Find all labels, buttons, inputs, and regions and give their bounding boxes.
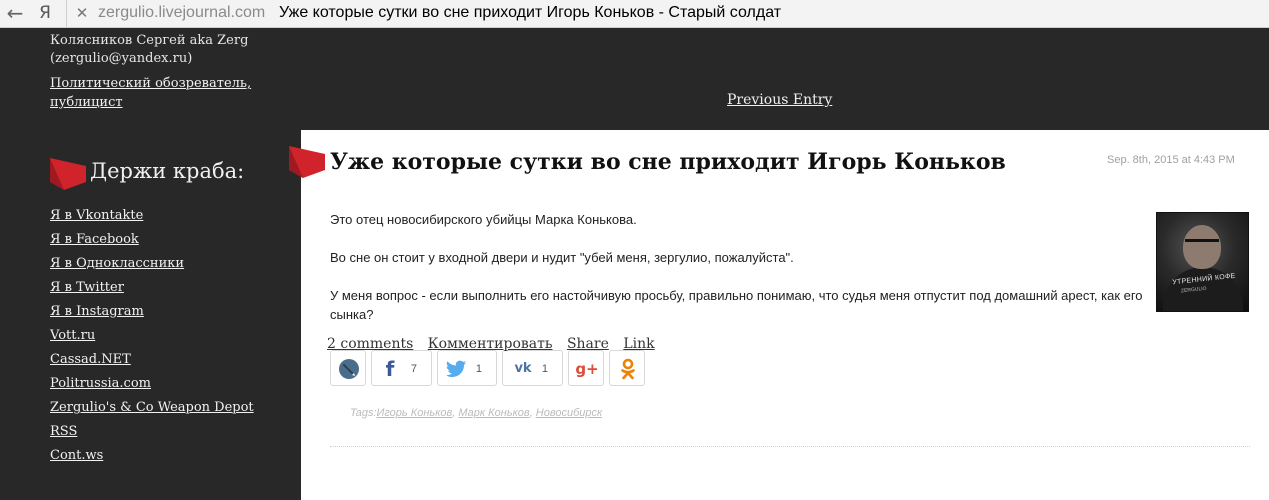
facebook-share-count: 7	[410, 363, 417, 375]
sidebar-link-politrussia[interactable]: Politrussia.com	[50, 372, 254, 396]
tag-link[interactable]: Марк Коньков	[458, 407, 529, 419]
post-panel: Уже которые сутки во сне приходит Игорь …	[289, 130, 1269, 500]
post-title: Уже которые сутки во сне приходит Игорь …	[330, 149, 1006, 175]
twitter-icon	[446, 360, 466, 377]
sidebar-link-rss[interactable]: RSS	[50, 420, 254, 444]
tags-label: Tags:	[350, 407, 377, 419]
post-body: Это отец новосибирского убийцы Марка Кон…	[330, 210, 1150, 343]
browser-tab-bar: ← Я ✕ zergulio.livejournal.com Уже котор…	[0, 0, 1269, 28]
sidebar-link-weapon-depot[interactable]: Zergulio's & Co Weapon Depot	[50, 396, 254, 420]
sidebar-link-cassad[interactable]: Cassad.NET	[50, 348, 254, 372]
post-paragraph: Во сне он стоит у входной двери и нудит …	[330, 250, 794, 265]
avatar-glasses	[1185, 239, 1219, 247]
sidebar-link-odnoklassniki[interactable]: Я в Одноклассники	[50, 252, 254, 276]
vk-icon: vk	[514, 361, 532, 376]
vk-share-button[interactable]: vk 1	[502, 350, 563, 386]
back-arrow-icon[interactable]: ←	[0, 0, 30, 28]
google-plus-icon: g+	[575, 360, 599, 378]
post-tags: Tags:Игорь Коньков, Марк Коньков, Новоси…	[350, 407, 603, 419]
twitter-share-count: 1	[475, 363, 482, 375]
permalink-link[interactable]: Link	[623, 336, 654, 352]
sidebar: Колясников Сергей aka Zerg (zergulio@yan…	[0, 28, 300, 500]
post-paragraph: Это отец новосибирского убийцы Марка Кон…	[330, 212, 637, 227]
sidebar-link-twitter[interactable]: Я в Twitter	[50, 276, 254, 300]
livejournal-share-button[interactable]	[330, 350, 366, 386]
tag-link[interactable]: Новосибирск	[536, 407, 602, 419]
author-info: Колясников Сергей aka Zerg (zergulio@yan…	[50, 32, 248, 68]
browser-logo[interactable]: Я	[34, 0, 56, 28]
avatar-head	[1183, 225, 1221, 269]
tab-separator	[66, 0, 67, 28]
facebook-icon: f	[385, 357, 395, 381]
twitter-share-button[interactable]: 1	[437, 350, 497, 386]
post-divider	[330, 446, 1250, 447]
share-link[interactable]: Share	[567, 336, 609, 352]
sidebar-link-instagram[interactable]: Я в Instagram	[50, 300, 254, 324]
sidebar-link-facebook[interactable]: Я в Facebook	[50, 228, 254, 252]
author-email: (zergulio@yandex.ru)	[50, 51, 193, 66]
page-title: Уже которые сутки во сне приходит Игорь …	[279, 4, 782, 21]
sidebar-heading: Держи краба:	[90, 159, 245, 183]
post-date: Sep. 8th, 2015 at 4:43 PM	[1107, 154, 1235, 166]
author-name: Колясников Сергей aka Zerg	[50, 33, 249, 48]
post-paragraph: У меня вопрос - если выполнить его насто…	[330, 288, 1143, 322]
sidebar-link-vott[interactable]: Vott.ru	[50, 324, 254, 348]
comments-link[interactable]: 2 comments	[327, 336, 413, 352]
user-avatar[interactable]: УТРЕННИЙ КОФЕ ZERGULIO	[1156, 212, 1249, 312]
red-flag-icon	[50, 158, 86, 190]
previous-entry-link[interactable]: Previous Entry	[727, 90, 832, 110]
odnoklassniki-icon	[621, 358, 635, 380]
tag-link[interactable]: Игорь Коньков	[377, 407, 453, 419]
address-domain[interactable]: zergulio.livejournal.com	[98, 0, 265, 28]
google-plus-share-button[interactable]: g+	[568, 350, 604, 386]
vk-share-count: 1	[541, 363, 548, 375]
close-icon[interactable]: ✕	[72, 0, 92, 28]
sidebar-link-cont[interactable]: Cont.ws	[50, 444, 254, 468]
red-flag-icon	[289, 146, 325, 178]
facebook-share-button[interactable]: f 7	[371, 350, 432, 386]
post-footer-links: 2 comments Комментировать Share Link	[327, 334, 665, 354]
livejournal-icon	[339, 359, 359, 379]
odnoklassniki-share-button[interactable]	[609, 350, 645, 386]
add-comment-link[interactable]: Комментировать	[428, 336, 553, 352]
sidebar-links: Я в Vkontakte Я в Facebook Я в Однокласс…	[50, 204, 254, 468]
sidebar-link-vkontakte[interactable]: Я в Vkontakte	[50, 204, 254, 228]
author-role-link[interactable]: Политический обозреватель, публицист	[50, 74, 270, 112]
